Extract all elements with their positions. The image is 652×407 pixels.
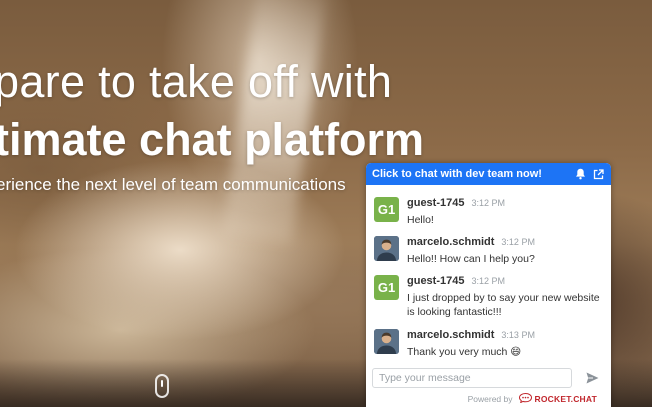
message-list[interactable]: G1 guest-1745 3:12 PM Hello! marcelo.sch… [366,185,611,361]
powered-by-label: Powered by [467,394,513,404]
message-text: Hello!! How can I help you? [407,253,535,265]
guest-avatar: G1 [374,197,399,222]
message-author: marcelo.schmidt [407,236,495,248]
message-item: marcelo.schmidt 3:13 PM Thank you very m… [374,329,604,359]
message-item: G1 guest-1745 3:12 PM Hello! [374,197,604,227]
message-item: G1 guest-1745 3:12 PM I just dropped by … [374,275,604,319]
scroll-down-icon[interactable] [155,374,169,398]
message-text: Hello! [407,214,434,226]
message-time: 3:13 PM [501,330,535,340]
message-item: marcelo.schmidt 3:12 PM Hello!! How can … [374,236,604,266]
message-composer [372,367,605,389]
message-author: marcelo.schmidt [407,329,495,341]
powered-by: Powered by ROCKET.CHAT [467,392,598,405]
rocket-chat-logo-icon [518,392,532,405]
agent-avatar [374,329,399,354]
guest-avatar: G1 [374,275,399,300]
bell-icon[interactable] [573,167,587,181]
message-text: Thank you very much 😄 [407,346,522,358]
agent-avatar [374,236,399,261]
external-link-icon[interactable] [591,167,605,181]
message-author: guest-1745 [407,275,465,287]
livechat-header-title: Click to chat with dev team now! [372,168,542,180]
message-time: 3:12 PM [471,276,506,286]
livechat-widget: Click to chat with dev team now! G1 gues… [366,163,611,407]
message-input[interactable] [372,368,572,388]
message-time: 3:12 PM [501,237,535,247]
message-time: 3:12 PM [471,198,506,208]
hero-headline-line-2: timate chat platform [0,114,425,165]
hero-headline-line-1: pare to take off with [0,56,393,107]
livechat-header[interactable]: Click to chat with dev team now! [366,163,611,185]
send-icon[interactable] [582,368,602,388]
rocket-chat-brand[interactable]: ROCKET.CHAT [535,394,598,404]
hero-subheadline: erience the next level of team communica… [0,175,346,194]
message-text: I just dropped by to say your new websit… [407,292,600,318]
message-author: guest-1745 [407,197,465,209]
